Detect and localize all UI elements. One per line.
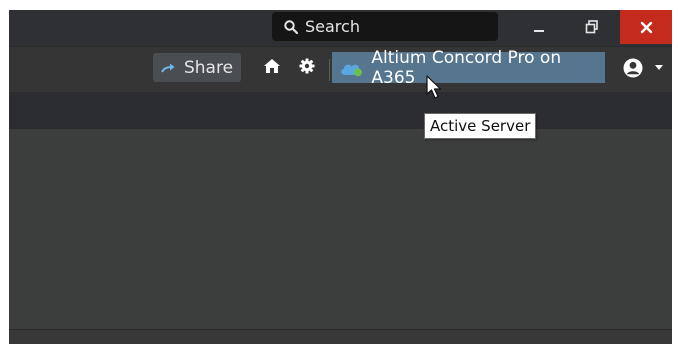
toolbar: Share Altium Concord Pro on A365 xyxy=(9,46,672,92)
title-bar: Search xyxy=(9,10,672,46)
app-window: Search Share Altium Concord Pro on A365 … xyxy=(9,10,672,344)
main-panel xyxy=(9,129,672,329)
active-server-label: Altium Concord Pro on A365 xyxy=(371,47,562,88)
mouse-cursor-icon xyxy=(426,75,442,99)
restore-icon xyxy=(585,20,598,34)
active-server-button[interactable]: Altium Concord Pro on A365 xyxy=(332,48,605,88)
status-area xyxy=(9,330,672,344)
caret-down-icon[interactable] xyxy=(655,65,663,70)
minimize-icon xyxy=(534,30,544,32)
close-button[interactable] xyxy=(620,10,672,44)
minimize-button[interactable] xyxy=(519,10,559,44)
close-icon xyxy=(640,21,652,33)
gear-icon[interactable] xyxy=(299,58,315,74)
tooltip-text: Active Server xyxy=(430,117,531,135)
user-icon[interactable] xyxy=(622,57,644,79)
cloud-icon xyxy=(341,64,362,76)
share-button[interactable]: Share xyxy=(153,53,241,82)
sub-toolbar xyxy=(9,92,672,129)
search-label: Search xyxy=(305,17,360,36)
search-icon xyxy=(284,19,298,34)
active-server-tooltip: Active Server xyxy=(424,113,537,139)
toolbar-separator xyxy=(329,59,330,81)
share-arrow-icon xyxy=(161,63,175,72)
share-label: Share xyxy=(183,57,234,78)
home-icon[interactable] xyxy=(263,58,281,74)
search-box[interactable]: Search xyxy=(272,12,498,41)
restore-button[interactable] xyxy=(570,10,614,44)
